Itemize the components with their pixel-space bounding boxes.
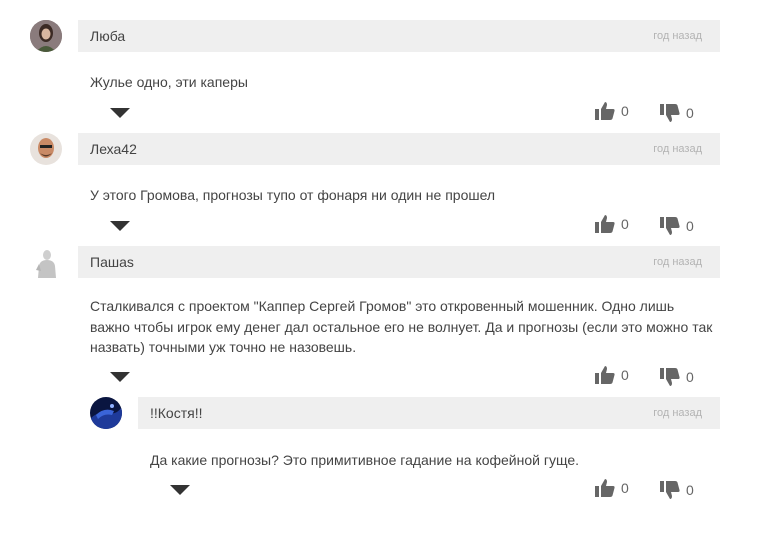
avatar[interactable]	[90, 397, 122, 429]
comment-header: Люба год назад	[78, 20, 720, 52]
reply-toggle-button[interactable]	[110, 221, 130, 231]
dislike-count: 0	[686, 482, 694, 498]
like-button[interactable]: 0	[595, 479, 629, 497]
thumbs-up-icon	[595, 479, 615, 497]
dislike-button[interactable]: 0	[660, 104, 694, 122]
comment-header: !!Костя!! год назад	[138, 397, 720, 429]
like-button[interactable]: 0	[595, 366, 629, 384]
dislike-button[interactable]: 0	[660, 217, 694, 235]
avatar[interactable]	[30, 133, 62, 165]
dislike-button[interactable]: 0	[660, 481, 694, 499]
comment-text: Да какие прогнозы? Это примитивное гадан…	[150, 452, 580, 468]
dislike-count: 0	[686, 105, 694, 121]
author-name[interactable]: Пашаs	[90, 254, 134, 270]
author-name[interactable]: !!Костя!!	[150, 405, 203, 421]
reply-toggle-button[interactable]	[170, 485, 190, 495]
thumbs-down-icon	[660, 217, 680, 235]
like-count: 0	[621, 103, 629, 119]
avatar[interactable]	[30, 20, 62, 52]
like-count: 0	[621, 480, 629, 496]
thumbs-up-icon	[595, 366, 615, 384]
like-button[interactable]: 0	[595, 102, 629, 120]
author-name[interactable]: Леха42	[90, 141, 137, 157]
comment-header: Пашаs год назад	[78, 246, 720, 278]
thumbs-up-icon	[595, 215, 615, 233]
like-count: 0	[621, 216, 629, 232]
comment-header: Леха42 год назад	[78, 133, 720, 165]
reply-toggle-button[interactable]	[110, 108, 130, 118]
avatar[interactable]	[30, 246, 62, 278]
thumbs-down-icon	[660, 368, 680, 386]
author-name[interactable]: Люба	[90, 28, 125, 44]
thumbs-down-icon	[660, 104, 680, 122]
comment-time: год назад	[653, 256, 702, 268]
like-button[interactable]: 0	[595, 215, 629, 233]
comment-text: У этого Громова, прогнозы тупо от фонаря…	[90, 187, 496, 203]
dislike-count: 0	[686, 369, 694, 385]
reply-toggle-button[interactable]	[110, 372, 130, 382]
comment-time: год назад	[653, 30, 702, 42]
like-count: 0	[621, 367, 629, 383]
comment-text: Сталкивался с проектом "Каппер Сергей Гр…	[90, 298, 713, 355]
comment-time: год назад	[653, 143, 702, 155]
dislike-count: 0	[686, 218, 694, 234]
thumbs-down-icon	[660, 481, 680, 499]
comment-time: год назад	[653, 407, 702, 419]
thumbs-up-icon	[595, 102, 615, 120]
comment-text: Жулье одно, эти каперы	[90, 74, 248, 90]
dislike-button[interactable]: 0	[660, 368, 694, 386]
